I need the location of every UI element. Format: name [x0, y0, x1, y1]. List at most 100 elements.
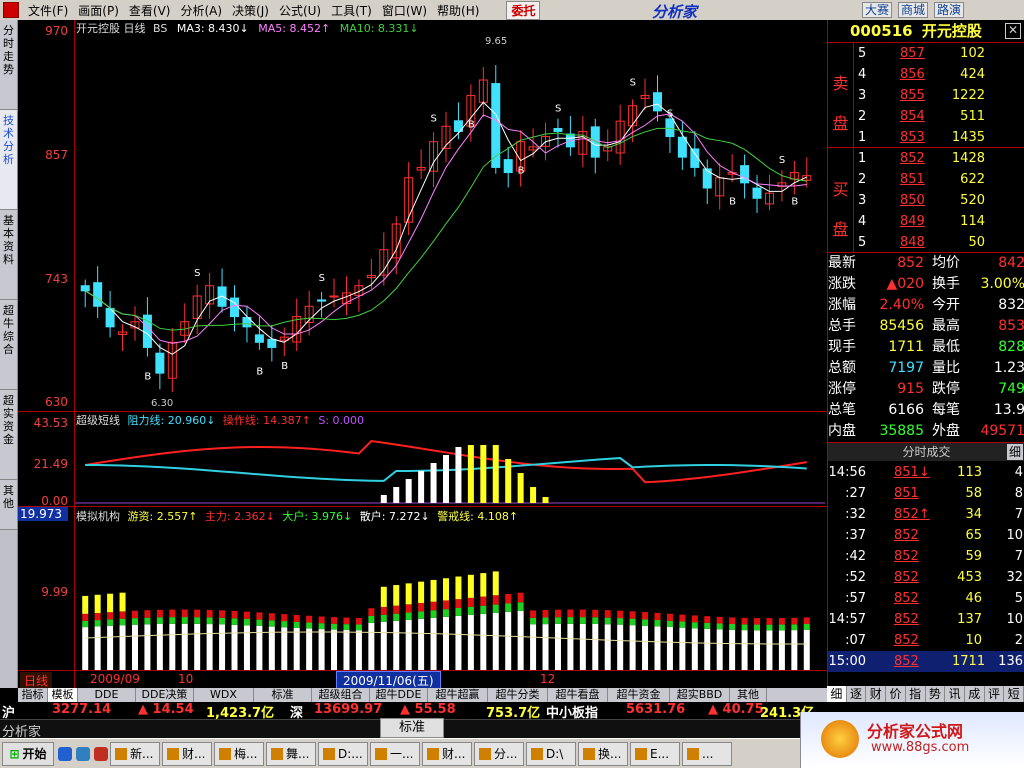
bid-row[interactable]: 3 850 520	[828, 190, 1024, 211]
nav-superbull[interactable]: 超牛综合	[0, 300, 17, 390]
tab-superbull-bbd[interactable]: 超实BBD	[670, 688, 730, 702]
dahu-bar	[119, 618, 126, 626]
nav-intraday[interactable]: 分时走势	[0, 20, 17, 110]
tab-dde-decision[interactable]: DDE决策	[136, 688, 194, 702]
bid-volume: 1428	[951, 151, 985, 166]
taskbar-item[interactable]: 财...	[422, 741, 472, 766]
media-icon[interactable]	[94, 746, 108, 761]
quote-tab[interactable]: 财	[866, 686, 887, 702]
youzi-bar	[467, 574, 474, 598]
menu-view[interactable]: 查看(V)	[124, 2, 176, 19]
menu-window[interactable]: 窗口(W)	[377, 2, 432, 19]
zhuli-bar	[256, 612, 263, 620]
taskbar-item-label: 财...	[442, 747, 466, 761]
mall-button[interactable]: 商城	[898, 2, 929, 18]
quote-tab[interactable]: 势	[926, 686, 946, 702]
quote-tab[interactable]: 成	[965, 686, 985, 702]
nav-technical[interactable]: 技术分析	[0, 110, 17, 210]
sanhu-bar	[691, 628, 698, 670]
tab-standard[interactable]: 标准	[254, 688, 312, 702]
menu-tools[interactable]: 工具(T)	[326, 2, 377, 19]
tick-volume: 113	[957, 465, 982, 480]
chart-area[interactable]: 开元控股 日线 BS MA3: 8.430↓ MA5: 8.452↑ MA10:…	[18, 20, 827, 690]
sme-index: 5631.76	[626, 702, 686, 717]
taskbar-item[interactable]: 分...	[474, 741, 524, 766]
tab-superbull-win[interactable]: 超牛超赢	[428, 688, 488, 702]
period-label[interactable]: 日线	[20, 672, 53, 689]
tab-superbull-watch[interactable]: 超牛看盘	[548, 688, 608, 702]
candle-body	[677, 136, 687, 158]
taskbar-item[interactable]: D:...	[318, 741, 368, 766]
tab-super-combo[interactable]: 超级组合	[312, 688, 370, 702]
taskbar-item[interactable]: ...	[682, 741, 732, 766]
quote-tab[interactable]: 评	[985, 686, 1005, 702]
tab-indicator[interactable]: 指标	[18, 688, 48, 702]
start-button[interactable]: ⊞ 开始	[2, 741, 54, 766]
bid-row[interactable]: 4 849 114	[828, 211, 1024, 232]
dahu-bar	[778, 624, 785, 631]
dahu-bar	[517, 602, 524, 611]
stat-label: 总手	[828, 318, 856, 334]
tab-superbull-capital[interactable]: 超牛资金	[608, 688, 670, 702]
close-icon[interactable]: ✕	[1005, 23, 1021, 39]
menu-screen[interactable]: 画面(P)	[73, 2, 124, 19]
taskbar-item[interactable]: 换...	[578, 741, 628, 766]
zhuli-bar	[144, 610, 151, 618]
tab-template[interactable]: 模板	[48, 688, 78, 702]
standard-button[interactable]: 标准	[380, 718, 444, 738]
ask-row[interactable]: 1 853 1435	[828, 127, 1024, 148]
bid-row[interactable]: 1 852 1428	[828, 148, 1024, 169]
taskbar-item[interactable]: 新...	[110, 741, 160, 766]
brand-logo: 分析家	[652, 3, 698, 21]
nav-other[interactable]: 其他	[0, 480, 17, 530]
ask-row[interactable]: 5 857 102	[828, 43, 1024, 64]
ie-icon[interactable]	[58, 746, 72, 761]
tab-superbull-dde[interactable]: 超牛DDE	[370, 688, 428, 702]
quote-tab[interactable]: 细	[827, 686, 847, 702]
contest-button[interactable]: 大赛	[862, 2, 893, 18]
nav-capital[interactable]: 超实资金	[0, 390, 17, 480]
bid-row[interactable]: 5 848 50	[828, 232, 1024, 253]
quote-tab[interactable]: 指	[906, 686, 926, 702]
signal-bar	[467, 445, 474, 503]
sanhu-bar	[206, 624, 213, 670]
stat-value: 85456	[879, 318, 924, 334]
ask-row[interactable]: 3 855 1222	[828, 85, 1024, 106]
ask-row[interactable]: 2 854 511	[828, 106, 1024, 127]
quote-tab[interactable]: 短	[1004, 686, 1024, 702]
sanhu-bar	[355, 630, 362, 670]
tab-superbull-class[interactable]: 超牛分类	[488, 688, 548, 702]
quote-tab[interactable]: 讯	[945, 686, 965, 702]
desktop-icon[interactable]	[76, 746, 90, 761]
stat-label: 内盘	[828, 423, 856, 439]
tab-dde[interactable]: DDE	[78, 688, 136, 702]
tab-other[interactable]: 其他	[730, 688, 767, 702]
dahu-bar	[281, 621, 288, 628]
tab-wdx[interactable]: WDX	[194, 688, 254, 702]
trade-button[interactable]: 委托	[506, 0, 541, 20]
bid-row[interactable]: 2 851 622	[828, 169, 1024, 190]
menu-help[interactable]: 帮助(H)	[432, 2, 484, 19]
quote-tab[interactable]: 价	[886, 686, 906, 702]
taskbar-item[interactable]: D:\	[526, 741, 576, 766]
menu-decision[interactable]: 决策(J)	[227, 2, 274, 19]
tick-time: :37	[845, 528, 866, 543]
nav-fundamental[interactable]: 基本资料	[0, 210, 17, 300]
menu-formula[interactable]: 公式(U)	[274, 2, 326, 19]
taskbar-item[interactable]: 梅...	[214, 741, 264, 766]
detail-button[interactable]: 细	[1007, 444, 1023, 460]
menu-analysis[interactable]: 分析(A)	[175, 2, 227, 19]
ask-level: 4	[858, 67, 867, 82]
roadshow-button[interactable]: 路演	[934, 2, 965, 18]
taskbar-item[interactable]: E...	[630, 741, 680, 766]
taskbar-item[interactable]: 财...	[162, 741, 212, 766]
quote-tab[interactable]: 逐	[847, 686, 867, 702]
ask-row[interactable]: 4 856 424	[828, 64, 1024, 85]
dahu-bar	[368, 615, 375, 623]
menu-file[interactable]: 文件(F)	[23, 2, 73, 19]
taskbar-item-label: 一...	[390, 747, 414, 761]
taskbar-item[interactable]: 舞...	[266, 741, 316, 766]
dahu-bar	[741, 624, 748, 631]
taskbar-item[interactable]: 一...	[370, 741, 420, 766]
buy-marker: B	[468, 119, 475, 130]
